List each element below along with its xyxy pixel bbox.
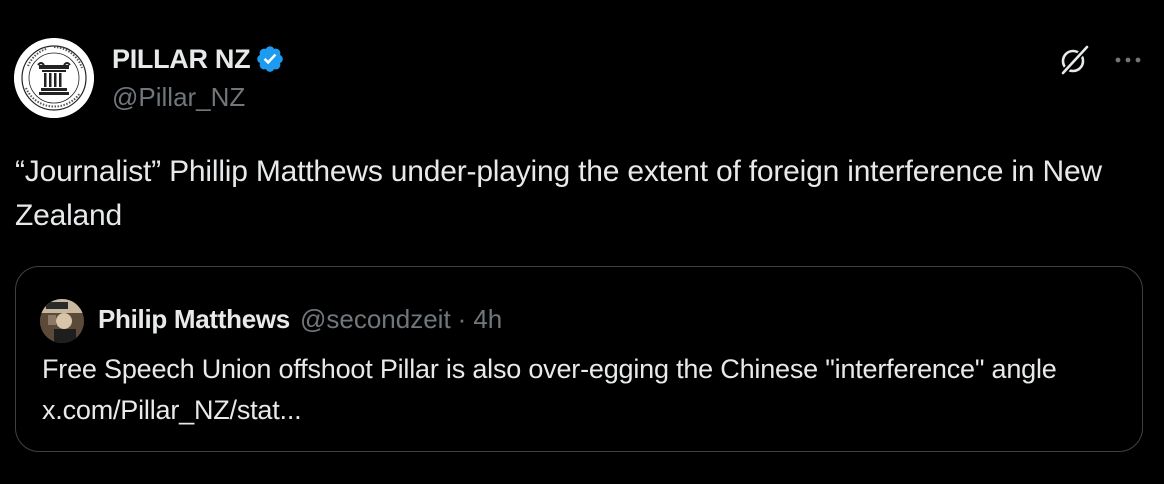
verified-badge-icon[interactable] [255, 44, 285, 74]
separator-dot: · [457, 304, 467, 334]
quoted-author-name[interactable]: Philip Matthews [98, 301, 290, 337]
author-avatar[interactable] [14, 38, 94, 118]
tweet-text: “Journalist” Phillip Matthews under-play… [15, 155, 1102, 232]
quoted-tweet-header: Philip Matthews @secondzeit · 4h [98, 301, 502, 337]
quoted-author-avatar[interactable] [40, 299, 84, 343]
author-name[interactable]: PILLAR NZ [112, 42, 285, 76]
author-handle[interactable]: @Pillar_NZ [112, 80, 245, 114]
more-options-icon[interactable] [1112, 48, 1144, 72]
quoted-tweet-timestamp[interactable]: 4h [473, 301, 502, 337]
quoted-author-handle[interactable]: @secondzeit [300, 301, 451, 337]
quoted-tweet-text: Free Speech Union offshoot Pillar is als… [42, 354, 1057, 425]
pillar-logo-icon [14, 38, 94, 118]
quoted-tweet-card[interactable]: Philip Matthews @secondzeit · 4h Free Sp… [15, 266, 1143, 452]
profile-photo-icon [40, 299, 84, 343]
grok-icon[interactable] [1056, 42, 1092, 78]
author-name-label: PILLAR NZ [112, 44, 251, 74]
